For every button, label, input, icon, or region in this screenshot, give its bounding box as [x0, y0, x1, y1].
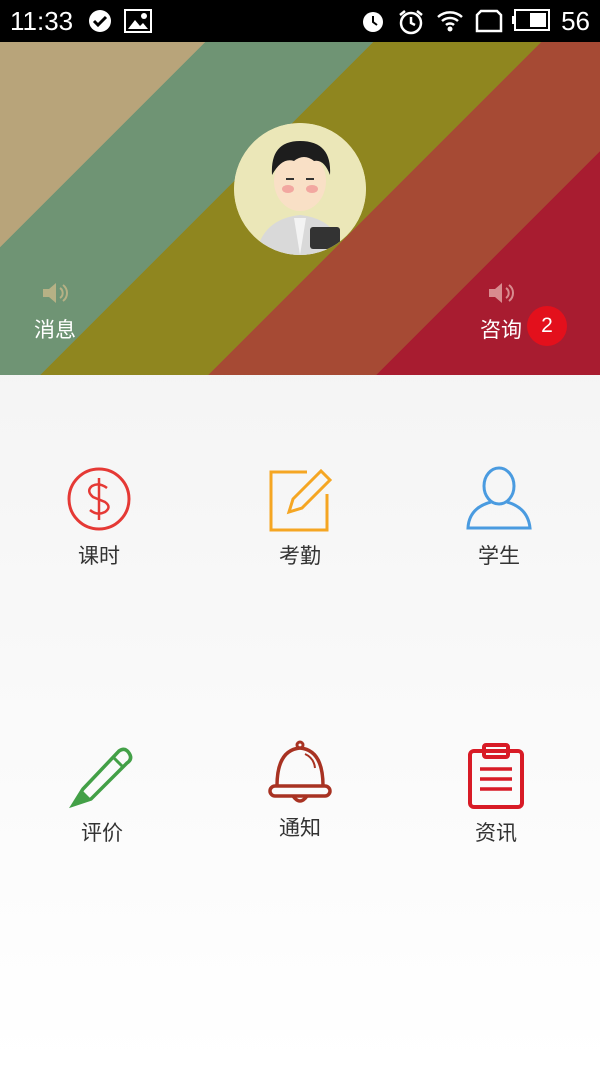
clipboard-icon — [468, 743, 524, 809]
avatar[interactable] — [234, 123, 366, 255]
alarm-clock-icon — [399, 10, 423, 35]
menu-item-news[interactable]: 资讯 — [416, 743, 576, 847]
user-icon — [466, 466, 532, 530]
messages-label: 消息 — [34, 318, 76, 342]
menu-item-students[interactable]: 学生 — [419, 466, 579, 570]
consult-badge: 2 — [527, 306, 567, 346]
menu-item-attendance[interactable]: 考勤 — [220, 466, 380, 570]
menu-label: 资讯 — [475, 821, 517, 845]
menu-label: 通知 — [279, 816, 321, 840]
menu-label: 考勤 — [279, 544, 321, 568]
menu-item-class-hours[interactable]: 课时 — [19, 466, 179, 570]
alarm-snooze-icon — [363, 12, 383, 32]
check-circle-icon — [89, 10, 111, 32]
screen-rotate-icon — [475, 9, 503, 33]
battery-level: 56 — [561, 6, 590, 36]
menu-label: 学生 — [478, 544, 520, 568]
menu-item-evaluation[interactable]: 评价 — [22, 743, 182, 847]
menu-item-notice[interactable]: 通知 — [220, 740, 380, 842]
battery-icon — [512, 9, 550, 31]
menu-label: 课时 — [78, 544, 120, 568]
consult-label: 咨询 — [480, 318, 522, 342]
menu-label: 评价 — [81, 821, 123, 845]
pencil-icon — [69, 747, 133, 809]
speaker-icon — [43, 283, 68, 303]
edit-square-icon — [269, 468, 333, 532]
profile-header: 消息 咨询 2 — [0, 42, 600, 375]
image-icon — [124, 9, 152, 33]
status-bar: 11:33 56 — [0, 0, 600, 42]
status-time: 11:33 — [10, 6, 74, 36]
speaker-icon — [489, 283, 514, 303]
dollar-circle-icon — [67, 467, 131, 531]
bell-icon — [268, 740, 332, 803]
wifi-icon — [437, 11, 463, 32]
